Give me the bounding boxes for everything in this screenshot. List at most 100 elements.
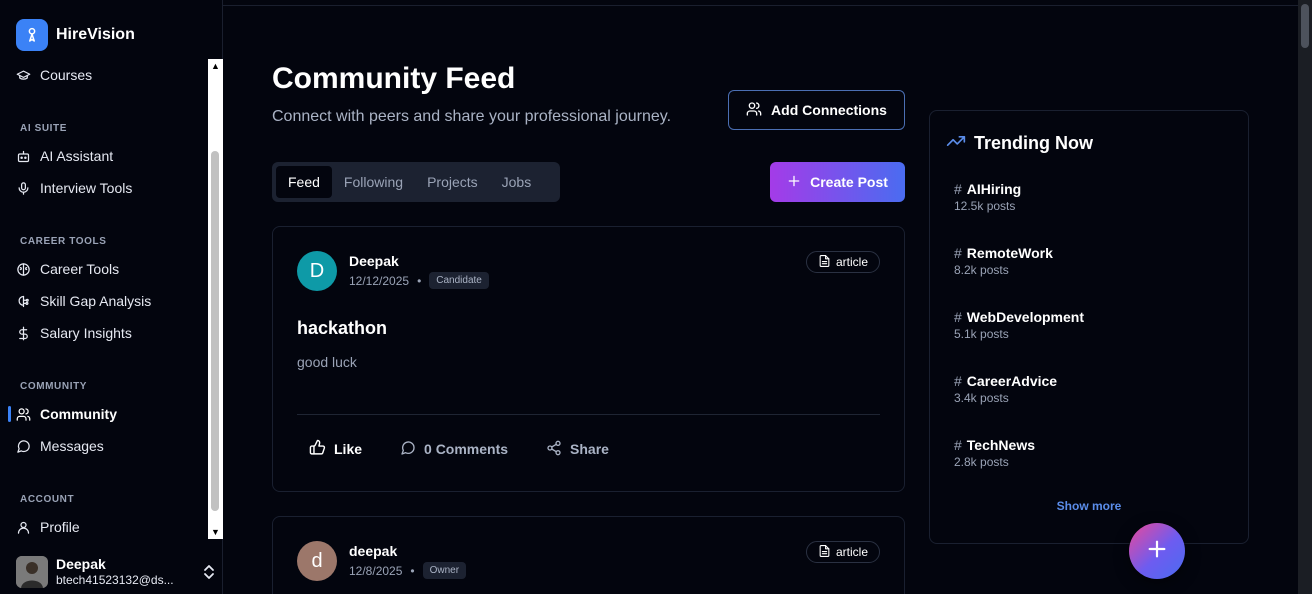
sidebar-item-skill-gap-analysis[interactable]: Skill Gap Analysis <box>16 291 151 311</box>
brand[interactable]: HireVision <box>16 19 135 51</box>
sidebar-item-ai-assistant[interactable]: AI Assistant <box>16 146 113 166</box>
tab-projects[interactable]: Projects <box>415 166 490 198</box>
section-label-career-tools: CAREER TOOLS <box>20 236 107 247</box>
post-type-label: article <box>835 545 868 559</box>
trending-tag: RemoteWork <box>966 245 1053 261</box>
feed-tabs: Feed Following Projects Jobs <box>272 162 560 202</box>
user-meta: Deepak btech41523132@ds... <box>56 556 184 588</box>
trending-up-icon <box>946 131 966 156</box>
section-label-community: COMMUNITY <box>20 381 88 392</box>
trending-item[interactable]: # AIHiring 12.5k posts <box>954 181 1021 213</box>
scroll-up-arrow-icon[interactable]: ▲ <box>208 59 223 73</box>
section-label-account: ACCOUNT <box>20 494 75 505</box>
brand-logo-icon <box>16 19 48 51</box>
hash-icon: # <box>954 245 962 261</box>
trending-header: Trending Now <box>946 131 1093 156</box>
separator-dot-icon: • <box>417 273 422 288</box>
sidebar-item-messages[interactable]: Messages <box>16 436 104 456</box>
user-card[interactable]: Deepak btech41523132@ds... <box>16 554 216 590</box>
sidebar-item-label: Interview Tools <box>40 180 133 196</box>
page-scrollbar[interactable] <box>1298 0 1312 594</box>
sidebar: HireVision Courses AI SUITE AI Assistant… <box>0 0 223 594</box>
sidebar-item-label: AI Assistant <box>40 148 114 164</box>
brain-circuit-icon <box>16 294 31 309</box>
tab-feed[interactable]: Feed <box>276 166 332 198</box>
section-label-ai-suite: AI SUITE <box>20 123 68 134</box>
sidebar-item-interview-tools[interactable]: Interview Tools <box>16 178 132 198</box>
message-circle-icon <box>400 440 416 459</box>
file-text-icon <box>818 544 831 561</box>
post-card: D Deepak 12/12/2025 • Candidate article … <box>272 226 905 492</box>
show-more-link[interactable]: Show more <box>930 499 1248 513</box>
trending-item[interactable]: # TechNews 2.8k posts <box>954 437 1035 469</box>
like-button[interactable]: Like <box>297 433 374 465</box>
trending-item[interactable]: # CareerAdvice 3.4k posts <box>954 373 1057 405</box>
create-post-label: Create Post <box>810 174 888 190</box>
user-name: Deepak <box>56 556 106 572</box>
post-date: 12/8/2025 <box>349 563 403 578</box>
share-button[interactable]: Share <box>534 433 621 465</box>
create-post-button[interactable]: Create Post <box>770 162 905 202</box>
bot-icon <box>16 149 31 164</box>
add-connections-button[interactable]: Add Connections <box>728 90 905 130</box>
sidebar-item-community[interactable]: Community <box>16 404 117 424</box>
page-title: Community Feed <box>272 62 516 95</box>
trending-tag: TechNews <box>966 437 1036 453</box>
sidebar-item-salary-insights[interactable]: Salary Insights <box>16 323 132 343</box>
user-plus-icon <box>746 101 762 120</box>
post-author[interactable]: deepak <box>349 543 397 559</box>
header-divider <box>223 5 1298 6</box>
trending-count: 12.5k posts <box>954 199 1016 213</box>
plus-icon <box>787 174 801 191</box>
post-type-label: article <box>835 255 868 269</box>
user-icon <box>16 520 31 535</box>
tab-following[interactable]: Following <box>332 166 415 198</box>
add-connections-label: Add Connections <box>771 102 887 118</box>
post-card: d deepak 12/8/2025 • Owner article <box>272 516 905 594</box>
sidebar-item-profile[interactable]: Profile <box>16 517 80 537</box>
active-indicator <box>8 406 11 422</box>
share-label: Share <box>570 441 609 457</box>
trending-tag: AIHiring <box>966 181 1022 197</box>
post-meta: 12/8/2025 • Owner <box>349 562 467 579</box>
sidebar-scrollbar[interactable]: ▲ ▼ <box>208 59 223 539</box>
scroll-down-arrow-icon[interactable]: ▼ <box>208 525 223 539</box>
sidebar-item-career-tools[interactable]: Career Tools <box>16 259 119 279</box>
hash-icon: # <box>954 181 962 197</box>
role-badge: Owner <box>422 562 467 579</box>
brand-name: HireVision <box>56 26 135 43</box>
sidebar-item-label: Messages <box>40 438 104 454</box>
comments-button[interactable]: 0 Comments <box>388 433 520 465</box>
comments-label: 0 Comments <box>424 441 509 457</box>
trending-panel: Trending Now # AIHiring 12.5k posts # Remo… <box>929 110 1249 544</box>
sidebar-nav: Courses AI SUITE AI Assistant Interview … <box>0 58 207 538</box>
page-subtitle: Connect with peers and share your profes… <box>272 108 672 125</box>
page-scrollbar-thumb[interactable] <box>1301 4 1309 48</box>
post-author[interactable]: Deepak <box>349 253 399 269</box>
dollar-icon <box>16 326 31 341</box>
post-meta: 12/12/2025 • Candidate <box>349 272 489 289</box>
chevrons-up-down-icon[interactable] <box>202 564 216 580</box>
post-avatar[interactable]: d <box>297 541 337 581</box>
scrollbar-thumb[interactable] <box>211 151 219 511</box>
sidebar-item-label: Skill Gap Analysis <box>40 293 152 309</box>
file-text-icon <box>818 254 831 271</box>
post-type-badge: article <box>805 251 880 273</box>
post-date: 12/12/2025 <box>349 273 410 288</box>
post-avatar[interactable]: D <box>297 251 337 291</box>
brain-icon <box>16 262 31 277</box>
hash-icon: # <box>954 309 962 325</box>
trending-item[interactable]: # WebDevelopment 5.1k posts <box>954 309 1084 341</box>
hash-icon: # <box>954 437 962 453</box>
users-icon <box>16 407 31 422</box>
tab-jobs[interactable]: Jobs <box>490 166 544 198</box>
sidebar-item-courses[interactable]: Courses <box>16 65 92 85</box>
user-email: btech41523132@ds... <box>56 573 174 587</box>
post-divider <box>297 414 880 415</box>
post-body: good luck <box>297 354 357 370</box>
avatar <box>16 556 48 588</box>
trending-item[interactable]: # RemoteWork 8.2k posts <box>954 245 1053 277</box>
like-label: Like <box>334 441 363 457</box>
floating-add-button[interactable] <box>1129 523 1185 579</box>
share-icon <box>546 440 562 459</box>
